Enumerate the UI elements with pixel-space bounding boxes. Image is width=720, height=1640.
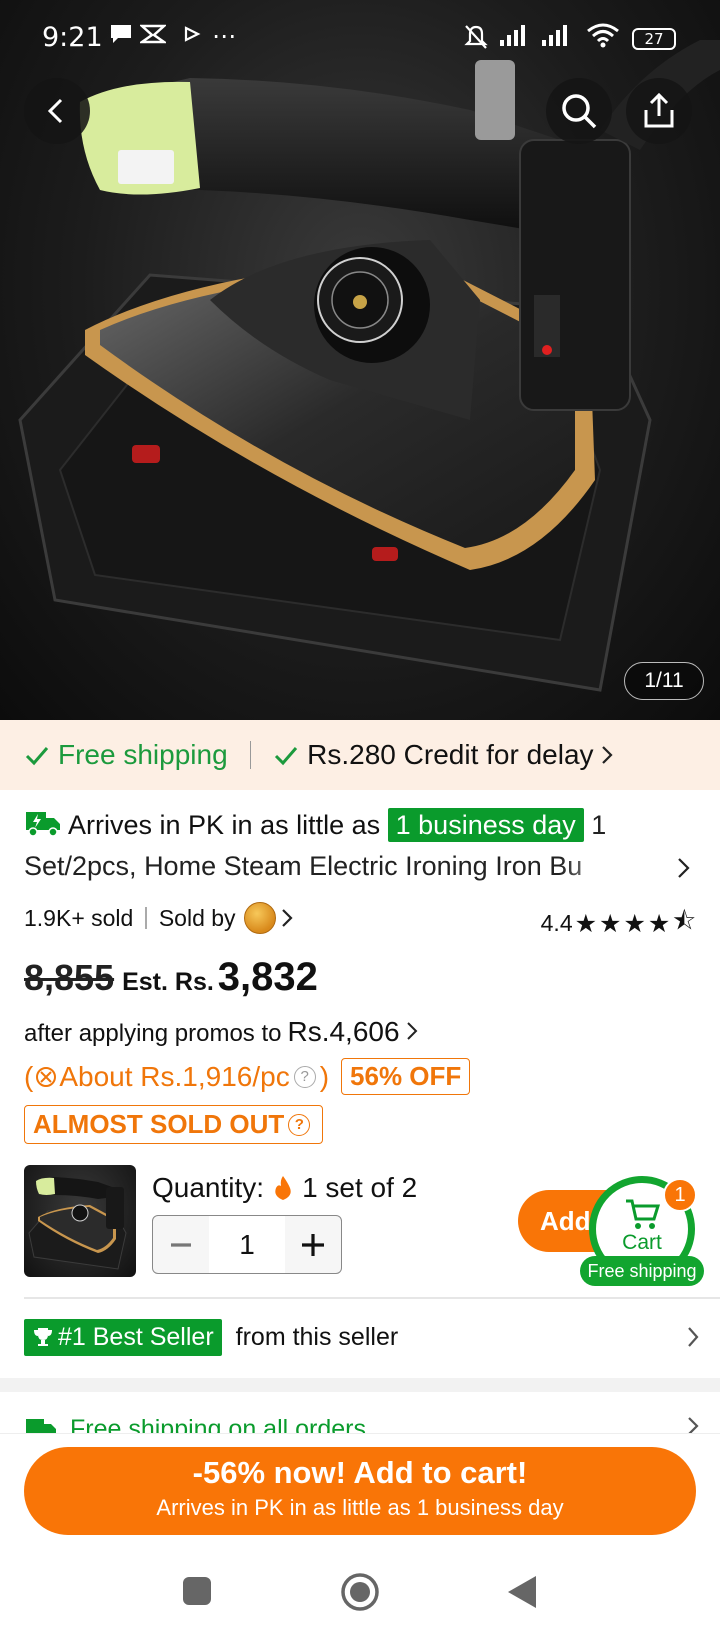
trophy-icon (34, 1328, 52, 1346)
chevron-right-icon (688, 1327, 699, 1347)
search-button[interactable] (546, 78, 612, 144)
set-info: 1 set of 2 (302, 1172, 418, 1203)
help-icon[interactable]: ? (293, 1065, 316, 1088)
per-piece-price: About Rs.1,916/pc (59, 1060, 290, 1092)
section-gap (0, 1378, 720, 1392)
original-price: 8,855 (24, 957, 115, 998)
search-icon (562, 94, 597, 129)
arrives-text: Arrives in PK in as little as (68, 810, 381, 840)
sold-count: 1.9K+ sold (24, 904, 134, 931)
wifi-icon (586, 22, 620, 54)
chevron-right-icon[interactable] (280, 907, 294, 929)
best-seller-label: #1 Best Seller (58, 1322, 214, 1351)
star-full-icon: ★ (647, 909, 671, 938)
cta-subtitle: Arrives in PK in as little as 1 business… (156, 1495, 564, 1520)
promo-row[interactable]: after applying promos to Rs.4,606 (24, 1016, 418, 1048)
sold-by-label: Sold by (158, 904, 236, 931)
divider (145, 907, 147, 929)
back-nav-icon[interactable] (506, 1574, 538, 1610)
seller-avatar[interactable] (243, 902, 276, 934)
cart-label: Cart (622, 1231, 662, 1254)
back-arrow-icon (47, 98, 63, 124)
delivery-truck-icon (26, 1419, 56, 1433)
chevron-right-icon[interactable] (676, 856, 692, 880)
share-icon (644, 92, 674, 128)
star-half-icon: ⯪ (672, 906, 696, 935)
signal-2-icon (540, 22, 576, 54)
chevron-right-icon (688, 1417, 699, 1433)
home-icon[interactable] (340, 1572, 380, 1612)
stock-alert-text: ALMOST SOLD OUT (33, 1109, 285, 1139)
almost-sold-out-badge: ALMOST SOLD OUT ? (24, 1105, 324, 1144)
status-time: 9:21 (42, 22, 103, 53)
best-seller-badge: #1 Best Seller (24, 1318, 222, 1356)
recent-apps-icon[interactable] (182, 1576, 212, 1606)
help-icon[interactable]: ? (288, 1113, 311, 1136)
rating[interactable]: 4.4 ★ ★ ★ ★ ⯪ (541, 902, 696, 945)
increase-button[interactable] (285, 1216, 341, 1273)
check-icon (25, 747, 49, 766)
price-row: 8,855 Est. Rs. 3,832 (24, 955, 318, 1000)
product-image[interactable]: 9:21 ⋯ 27 1/11 (0, 0, 720, 720)
app-notification-icon (138, 22, 168, 52)
paren-open: ( (24, 1060, 34, 1092)
divider (249, 741, 252, 769)
coupon-icon (36, 1066, 57, 1087)
battery-indicator: 27 (632, 28, 676, 50)
signal-1-icon (498, 22, 534, 54)
cart-icon (626, 1199, 661, 1229)
steam-iron-thumbnail (28, 1177, 127, 1270)
title-fade (560, 850, 670, 890)
best-seller-text: from this seller (235, 1322, 399, 1351)
discount-badge: 56% OFF (341, 1058, 471, 1095)
delivery-truck-icon (26, 812, 60, 837)
decrease-button[interactable] (153, 1216, 209, 1273)
promo-label: after applying promos to (24, 1020, 282, 1047)
promo-price: Rs.4,606 (287, 1016, 400, 1047)
rating-value: 4.4 (540, 910, 573, 936)
free-shipping-label: Free shipping (58, 739, 228, 770)
status-bar: 9:21 ⋯ 27 (0, 0, 720, 80)
current-price: 3,832 (217, 955, 318, 999)
minus-icon (171, 1242, 191, 1247)
quantity-stepper[interactable]: 1 (152, 1215, 342, 1274)
shipping-strip[interactable]: Free shipping Rs.280 Credit for delay (0, 720, 720, 790)
mute-icon (462, 22, 490, 56)
section-divider (24, 1297, 720, 1299)
product-thumbnail[interactable] (24, 1165, 136, 1277)
plus-icon (302, 1233, 324, 1256)
free-shipping-all-row[interactable]: Free shipping on all orders (24, 1411, 700, 1433)
star-full-icon: ★ (599, 909, 622, 938)
cart-free-shipping-badge: Free shipping (580, 1256, 704, 1286)
media-notification-icon (182, 22, 202, 52)
share-button[interactable] (626, 78, 692, 144)
free-shipping-all-text: Free shipping on all orders (70, 1415, 366, 1433)
quantity-value[interactable]: 1 (209, 1216, 285, 1273)
chevron-right-icon (406, 1022, 417, 1040)
est-label: Est. Rs. (122, 968, 214, 996)
steam-iron-illustration (18, 40, 720, 692)
quantity-label: Quantity: (152, 1172, 265, 1203)
per-piece-row: ( About Rs.1,916/pc ? ) 56% OFF (24, 1058, 471, 1095)
delay-credit-label: Rs.280 Credit for delay (307, 739, 594, 770)
back-button[interactable] (24, 78, 90, 144)
flame-icon (275, 1176, 291, 1200)
more-notifications-icon: ⋯ (212, 22, 236, 50)
paren-close: ) (319, 1060, 330, 1092)
image-counter: 1/11 (624, 662, 704, 700)
check-icon (275, 747, 298, 766)
best-seller-row[interactable]: #1 Best Seller from this seller (24, 1317, 700, 1357)
chevron-right-icon (601, 746, 613, 764)
star-full-icon: ★ (574, 909, 598, 938)
system-navigation-bar (0, 1548, 720, 1640)
cart-count-badge: 1 (663, 1178, 697, 1212)
cta-title: -56% now! Add to cart! (192, 1455, 528, 1490)
add-to-cart-cta-button[interactable]: -56% now! Add to cart! Arrives in PK in … (24, 1447, 696, 1535)
business-day-badge: 1 business day (387, 808, 584, 842)
star-full-icon: ★ (623, 909, 646, 938)
chat-notification-icon (108, 22, 134, 52)
quantity-label-row: Quantity: 1 set of 2 (152, 1172, 417, 1204)
